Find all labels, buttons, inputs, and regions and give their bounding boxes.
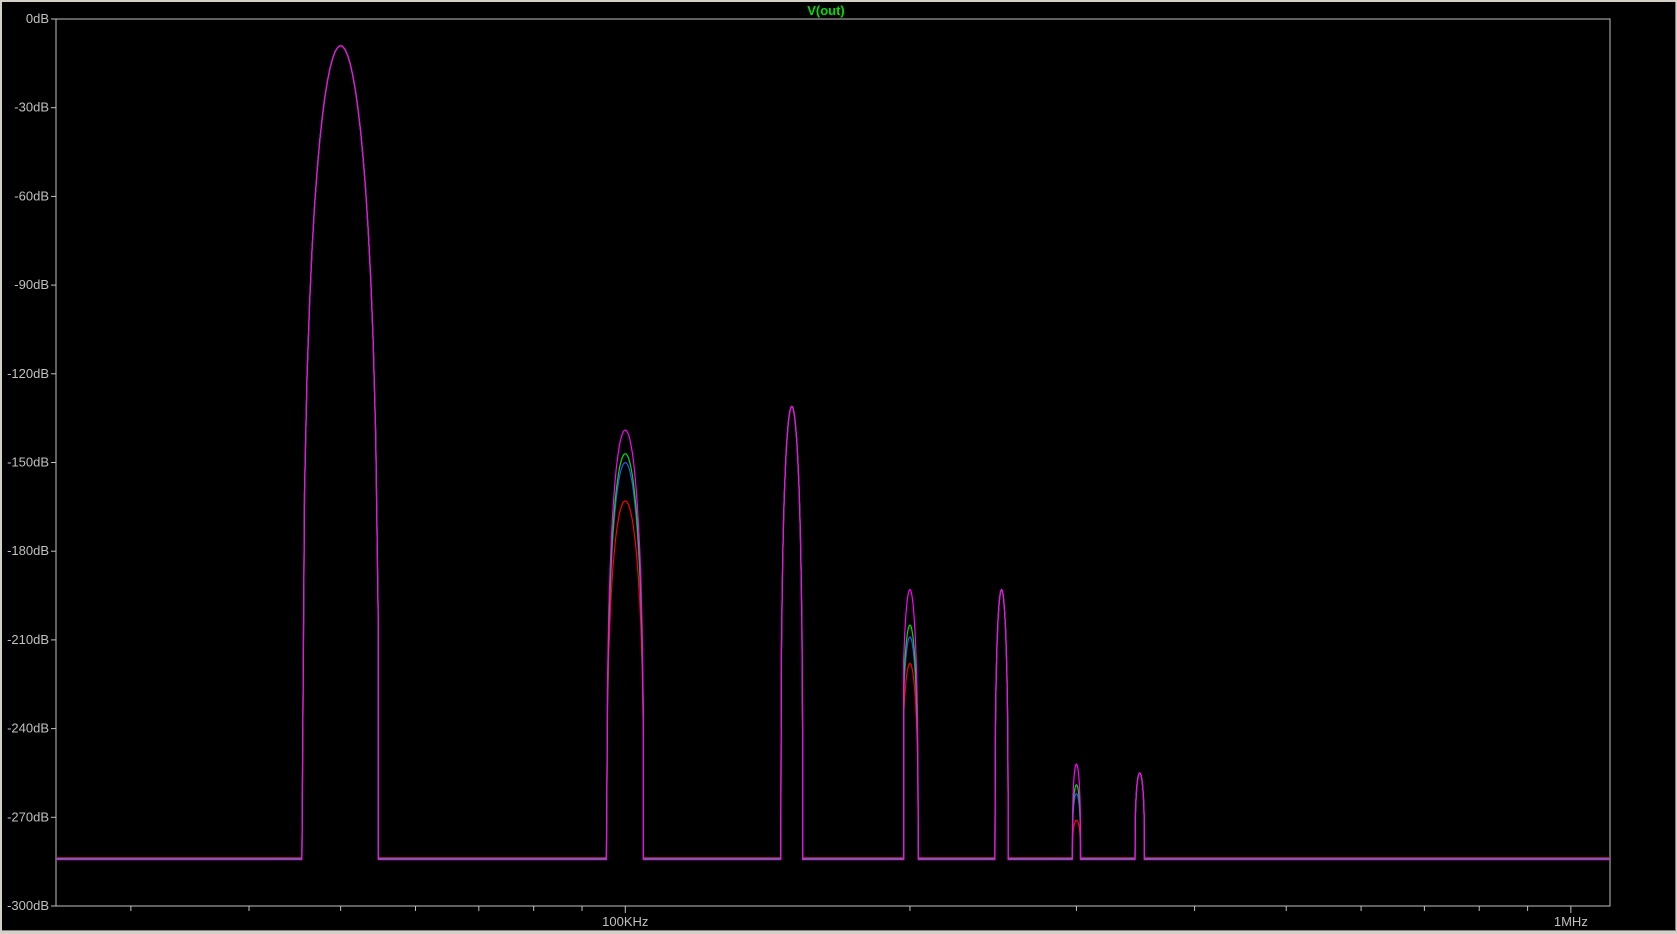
y-tick-label: -240dB [7,721,49,736]
y-tick-label: -90dB [14,277,49,292]
y-tick-label: -270dB [7,809,49,824]
waveform-window: 0dB -30dB -60dB -90dB -120dB -150dB -180dB -210… [0,0,1677,934]
y-tick-label: -60dB [14,188,49,203]
plot-pane[interactable]: 0dB -30dB -60dB -90dB -120dB -150dB -180dB -210… [2,2,1676,931]
x-tick-label: 1MHz [1554,914,1588,929]
series-group [56,45,1610,861]
x-tick-label: 100KHz [602,914,648,929]
series-line [56,45,1610,859]
y-tick-label: -150dB [7,455,49,470]
series-line [56,45,1610,859]
plot-frame [55,18,1611,907]
trace-title[interactable]: V(out) [807,3,845,18]
y-axis: 0dB -30dB -60dB -90dB -120dB -150dB -180dB -210… [7,11,56,913]
y-tick-label: 0dB [26,11,49,26]
series-line [56,45,1610,861]
x-axis: 100KHz 1MHz [130,906,1588,929]
y-tick-label: -120dB [7,366,49,381]
y-tick-label: -300dB [7,898,49,913]
y-tick-label: -210dB [7,632,49,647]
y-tick-label: -180dB [7,543,49,558]
series-line [56,45,1610,860]
y-tick-label: -30dB [14,100,49,115]
spectrum-chart[interactable]: 0dB -30dB -60dB -90dB -120dB -150dB -180dB -210… [2,2,1675,930]
